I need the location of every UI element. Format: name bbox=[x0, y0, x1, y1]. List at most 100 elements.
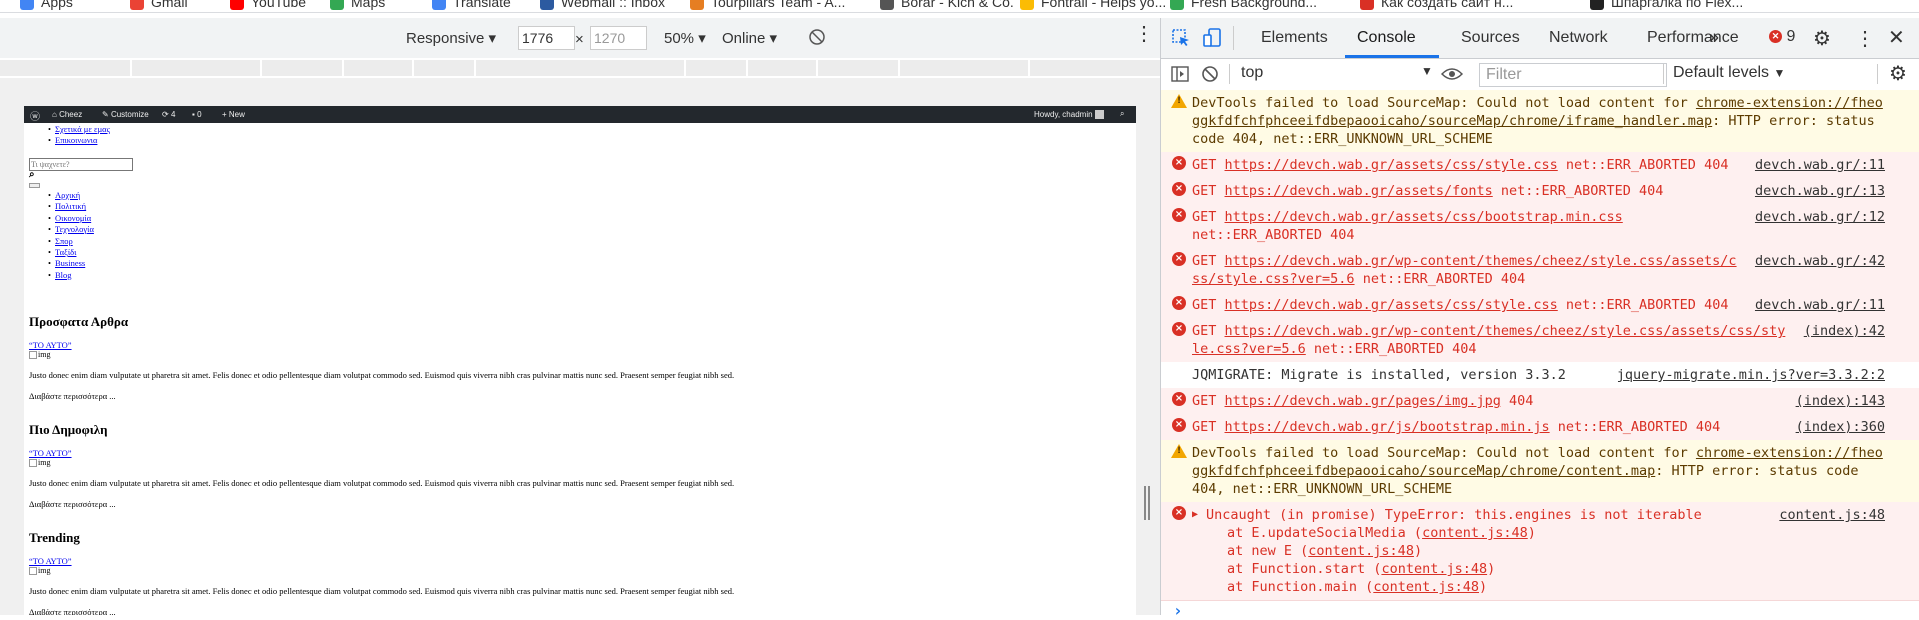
bookmark-item[interactable]: Borar - Kich & Co. bbox=[880, 0, 1014, 11]
admin-updates-link[interactable]: ⟳ 4 bbox=[162, 110, 175, 119]
search-input[interactable] bbox=[29, 158, 133, 171]
device-toolbar-icon[interactable] bbox=[1203, 27, 1223, 49]
bookmark-item[interactable]: Как создать сайт н... bbox=[1360, 0, 1513, 11]
console-error-message[interactable]: × GET https://devch.wab.gr/assets/css/sty… bbox=[1161, 292, 1919, 319]
bookmark-item[interactable]: Gmail bbox=[130, 0, 188, 11]
more-tabs-icon[interactable]: » bbox=[1709, 27, 1719, 48]
console-settings-gear-icon[interactable]: ⚙ bbox=[1889, 61, 1907, 86]
nav-link[interactable]: Τεχνολογία bbox=[55, 224, 94, 234]
console-error-message[interactable]: × GET https://devch.wab.gr/assets/css/boo… bbox=[1161, 204, 1919, 249]
bookmark-item[interactable]: Apps bbox=[20, 0, 73, 11]
devtools-menu-icon[interactable]: ⋮ bbox=[1855, 26, 1875, 51]
console-warning-message[interactable]: ! DevTools failed to load SourceMap: Coul… bbox=[1161, 440, 1919, 503]
width-input[interactable]: 1776 bbox=[518, 26, 575, 50]
live-expression-eye-icon[interactable] bbox=[1441, 67, 1463, 81]
wordpress-logo-icon[interactable]: ⓦ bbox=[30, 108, 40, 123]
bookmark-item[interactable]: YouTube bbox=[230, 0, 306, 11]
top-link[interactable]: Σχετικά με εμας bbox=[55, 124, 110, 134]
console-error-message[interactable]: × GET https://devch.wab.gr/wp-content/the… bbox=[1161, 248, 1919, 293]
message-url-link[interactable]: chrome-extension://fheo bbox=[1696, 95, 1883, 111]
close-devtools-icon[interactable]: ✕ bbox=[1888, 25, 1905, 50]
message-source-link[interactable]: devch.wab.gr/:13 bbox=[1755, 182, 1885, 200]
bookmark-item[interactable]: Шпаргалка по Flex... bbox=[1590, 0, 1743, 11]
nav-link[interactable]: Πολιτική bbox=[55, 201, 86, 211]
expand-triangle-icon[interactable]: ▶ bbox=[1192, 506, 1198, 524]
bookmark-item[interactable]: Tourpillars Team - A... bbox=[690, 0, 845, 11]
admin-site-link[interactable]: ⌂ Cheez bbox=[52, 110, 82, 119]
console-error-message[interactable]: × ▶ Uncaught (in promise) TypeError: this.… bbox=[1161, 502, 1919, 601]
bookmark-item[interactable]: Fresh Background... bbox=[1170, 0, 1317, 11]
message-url-link[interactable]: chrome-extension://fheo bbox=[1696, 445, 1883, 461]
message-source-link[interactable]: (index):42 bbox=[1804, 322, 1885, 340]
console-error-message[interactable]: × GET https://devch.wab.gr/js/bootstrap.m… bbox=[1161, 414, 1919, 441]
message-source-link[interactable]: (index):143 bbox=[1796, 392, 1885, 410]
nav-link[interactable]: Business bbox=[55, 258, 85, 268]
bookmark-item[interactable]: Maps bbox=[330, 0, 385, 11]
message-url-link[interactable]: content.js:48 bbox=[1422, 525, 1528, 541]
show-sidebar-icon[interactable] bbox=[1171, 66, 1189, 82]
message-url-link[interactable]: https://devch.wab.gr/assets/css/style.cs… bbox=[1225, 157, 1558, 173]
error-counter[interactable]: ✕ 9 bbox=[1769, 28, 1795, 46]
rotate-icon[interactable] bbox=[808, 28, 826, 46]
tab-network[interactable]: Network bbox=[1549, 29, 1608, 47]
tab-sources[interactable]: Sources bbox=[1461, 29, 1520, 47]
message-source-link[interactable]: devch.wab.gr/:42 bbox=[1755, 252, 1885, 270]
console-info-message[interactable]: JQMIGRATE: Migrate is installed, version… bbox=[1161, 362, 1919, 389]
settings-gear-icon[interactable]: ⚙ bbox=[1813, 26, 1831, 51]
message-source-link[interactable]: devch.wab.gr/:11 bbox=[1755, 296, 1885, 314]
resize-handle[interactable] bbox=[1144, 486, 1152, 520]
article-link[interactable]: “ΤΟ ΑΥΤΟ” bbox=[29, 340, 72, 350]
message-url-link[interactable]: https://devch.wab.gr/wp-content/themes/c… bbox=[1225, 323, 1786, 339]
message-url-link[interactable]: content.js:48 bbox=[1381, 561, 1487, 577]
admin-howdy[interactable]: Howdy, chadmin bbox=[1034, 110, 1104, 120]
message-url-link[interactable]: https://devch.wab.gr/assets/css/style.cs… bbox=[1225, 297, 1558, 313]
menu-toggle-button[interactable] bbox=[29, 183, 40, 188]
message-url-link[interactable]: ggkfdfchfphceeifdbepaooicaho/sourceMap/c… bbox=[1192, 113, 1712, 129]
bookmark-item[interactable]: Webmail :: Inbox bbox=[540, 0, 665, 11]
message-url-link[interactable]: ss/style.css?ver=5.6 bbox=[1192, 271, 1355, 287]
console-error-message[interactable]: × GET https://devch.wab.gr/wp-content/the… bbox=[1161, 318, 1919, 363]
inspect-element-icon[interactable] bbox=[1171, 28, 1191, 48]
message-url-link[interactable]: ggkfdfchfphceeifdbepaooicaho/sourceMap/c… bbox=[1192, 463, 1655, 479]
article-link[interactable]: “ΤΟ ΑΥΤΟ” bbox=[29, 556, 72, 566]
message-url-link[interactable]: le.css?ver=5.6 bbox=[1192, 341, 1306, 357]
clear-console-icon[interactable] bbox=[1201, 65, 1219, 83]
console-prompt[interactable]: › bbox=[1173, 601, 1183, 620]
bookmark-item[interactable]: Translate bbox=[432, 0, 511, 11]
admin-new-link[interactable]: + New bbox=[222, 110, 245, 119]
message-source-link[interactable]: devch.wab.gr/:11 bbox=[1755, 156, 1885, 174]
top-link[interactable]: Επικοινωνια bbox=[55, 135, 97, 145]
nav-link[interactable]: Αρχική bbox=[55, 190, 80, 200]
network-dropdown[interactable]: Online ▾ bbox=[722, 29, 777, 47]
message-url-link[interactable]: https://devch.wab.gr/assets/css/bootstra… bbox=[1225, 209, 1623, 225]
message-source-link[interactable]: devch.wab.gr/:12 bbox=[1755, 208, 1885, 226]
article-link[interactable]: “ΤΟ ΑΥΤΟ” bbox=[29, 448, 72, 458]
height-input[interactable]: 1270 bbox=[590, 26, 647, 50]
nav-link[interactable]: Ταξίδι bbox=[55, 247, 76, 257]
admin-search-icon[interactable]: ⌕ bbox=[1120, 109, 1124, 119]
console-error-message[interactable]: × GET https://devch.wab.gr/pages/img.jpg … bbox=[1161, 388, 1919, 415]
message-source-link[interactable]: (index):360 bbox=[1796, 418, 1885, 436]
admin-customize-link[interactable]: ✎ Customize bbox=[102, 110, 149, 119]
message-url-link[interactable]: https://devch.wab.gr/wp-content/themes/c… bbox=[1225, 253, 1737, 269]
bookmark-item[interactable]: Fontrail - Helps yo... bbox=[1020, 0, 1166, 11]
message-url-link[interactable]: https://devch.wab.gr/js/bootstrap.min.js bbox=[1225, 419, 1550, 435]
more-options-icon[interactable]: ⋮ bbox=[1134, 24, 1154, 44]
console-error-message[interactable]: × GET https://devch.wab.gr/assets/css/sty… bbox=[1161, 152, 1919, 179]
tab-console[interactable]: Console bbox=[1357, 29, 1416, 47]
message-url-link[interactable]: https://devch.wab.gr/assets/fonts bbox=[1225, 183, 1493, 199]
console-warning-message[interactable]: ! DevTools failed to load SourceMap: Coul… bbox=[1161, 90, 1919, 153]
message-url-link[interactable]: https://devch.wab.gr/pages/img.jpg bbox=[1225, 393, 1501, 409]
nav-link[interactable]: Οικονομία bbox=[55, 213, 91, 223]
message-url-link[interactable]: content.js:48 bbox=[1308, 543, 1414, 559]
tab-elements[interactable]: Elements bbox=[1261, 29, 1328, 47]
console-error-message[interactable]: × GET https://devch.wab.gr/assets/fonts n… bbox=[1161, 178, 1919, 205]
context-selector[interactable]: top ▼ bbox=[1241, 64, 1441, 84]
message-source-link[interactable]: jquery-migrate.min.js?ver=3.3.2:2 bbox=[1617, 366, 1885, 384]
message-url-link[interactable]: content.js:48 bbox=[1373, 579, 1479, 595]
log-levels-dropdown[interactable]: Default levels ▼ bbox=[1673, 64, 1785, 82]
nav-link[interactable]: Blog bbox=[55, 270, 72, 280]
admin-comments-link[interactable]: ▪ 0 bbox=[192, 110, 202, 119]
nav-link[interactable]: Σπορ bbox=[55, 236, 73, 246]
device-dropdown[interactable]: Responsive ▾ bbox=[406, 29, 496, 47]
